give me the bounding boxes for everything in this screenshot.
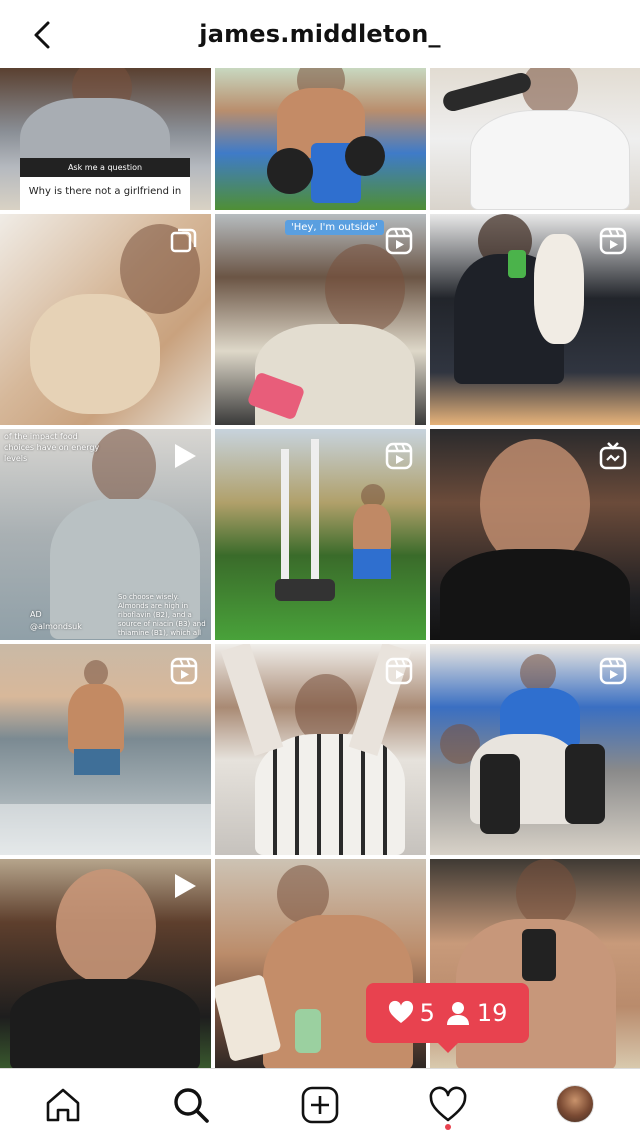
heart-outline-icon xyxy=(429,1086,467,1122)
igtv-badge xyxy=(598,441,628,471)
play-icon xyxy=(175,444,196,468)
followers-count: 19 xyxy=(476,999,508,1027)
home-icon xyxy=(46,1088,80,1122)
reels-badge xyxy=(384,441,414,471)
reels-icon xyxy=(385,657,413,685)
grid-post-11[interactable] xyxy=(215,644,426,855)
grid-post-1[interactable]: Ask me a question Why is there not a gir… xyxy=(0,68,211,210)
search-icon xyxy=(174,1088,209,1123)
grid-post-4[interactable] xyxy=(0,214,211,425)
top-header: james.middleton_ xyxy=(0,0,640,68)
grid-post-7[interactable]: of the impact food choices have on energ… xyxy=(0,429,211,640)
person-icon xyxy=(446,1002,469,1025)
tab-profile[interactable] xyxy=(556,1085,596,1125)
reels-badge xyxy=(169,656,199,686)
tab-activity[interactable] xyxy=(428,1085,468,1125)
grid-post-10[interactable] xyxy=(0,644,211,855)
igtv-icon xyxy=(599,442,627,470)
tab-new-post[interactable] xyxy=(300,1085,340,1125)
reels-badge xyxy=(598,226,628,256)
posts-grid: Ask me a question Why is there not a gir… xyxy=(0,68,640,1068)
grid-post-8[interactable] xyxy=(215,429,426,640)
reels-icon xyxy=(170,657,198,685)
reels-icon xyxy=(385,227,413,255)
carousel-badge xyxy=(169,226,199,256)
profile-username-title: james.middleton_ xyxy=(199,20,441,48)
question-sticker: Ask me a question Why is there not a gir… xyxy=(20,158,190,210)
likes-count-group: 5 xyxy=(388,999,435,1027)
bottom-tab-bar xyxy=(0,1068,640,1138)
question-sticker-text: Why is there not a girlfriend in xyxy=(28,186,182,197)
ad-label: AD xyxy=(30,610,42,619)
likes-count: 5 xyxy=(419,999,435,1027)
reels-badge xyxy=(598,656,628,686)
tab-home[interactable] xyxy=(43,1085,83,1125)
question-sticker-label: Ask me a question xyxy=(20,158,190,177)
reels-icon xyxy=(599,227,627,255)
followers-count-group: 19 xyxy=(445,999,508,1027)
video-caption-bottom: So choose wisely. Almonds are high in ri… xyxy=(118,593,206,637)
heart-icon xyxy=(388,1000,413,1023)
activity-notification-bubble[interactable]: 5 19 xyxy=(366,983,529,1053)
reel-caption: 'Hey, I'm outside' xyxy=(285,220,384,235)
grid-post-9[interactable] xyxy=(430,429,640,640)
tab-search[interactable] xyxy=(171,1085,211,1125)
grid-post-3[interactable] xyxy=(430,68,640,210)
video-caption-top: of the impact food choices have on energ… xyxy=(4,432,100,463)
reels-badge xyxy=(384,656,414,686)
plus-square-icon xyxy=(301,1086,339,1124)
grid-post-6[interactable] xyxy=(430,214,640,425)
avatar xyxy=(556,1085,594,1123)
grid-post-13[interactable] xyxy=(0,859,211,1068)
play-icon xyxy=(175,874,196,898)
grid-post-2[interactable] xyxy=(215,68,426,210)
activity-indicator-dot xyxy=(445,1124,451,1130)
carousel-icon xyxy=(170,228,197,253)
sponsor-handle: @almondsuk xyxy=(30,622,82,631)
video-badge xyxy=(169,441,199,471)
chevron-left-icon xyxy=(34,21,50,49)
reels-icon xyxy=(599,657,627,685)
back-button[interactable] xyxy=(26,18,60,52)
grid-post-12[interactable] xyxy=(430,644,640,855)
reels-icon xyxy=(385,442,413,470)
video-badge xyxy=(169,871,199,901)
reels-badge xyxy=(384,226,414,256)
grid-post-5[interactable]: 'Hey, I'm outside' xyxy=(215,214,426,425)
